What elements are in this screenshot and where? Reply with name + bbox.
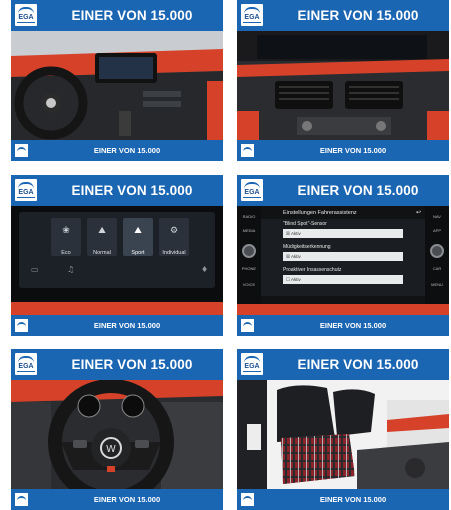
card-header: EGA EINER VON 15.000 <box>11 175 223 206</box>
phone-button[interactable]: PHONE <box>237 266 261 271</box>
option-fatigue-checkbox[interactable]: ☒ Aktiv <box>283 252 403 261</box>
card-title: EINER VON 15.000 <box>297 8 419 23</box>
radio-button[interactable]: RADIO <box>237 214 261 219</box>
left-button-column: RADIO MEDIA PHONE VOICE <box>237 206 261 315</box>
gallery-card-drive-modes[interactable]: EGA EINER VON 15.000 ❀ ⛰ ⛰ ⚙ ▭ ♫ ♦ Eco N… <box>11 175 223 336</box>
ega-logo: EGA <box>241 179 263 201</box>
drive-mode-normal[interactable]: Normal <box>87 250 117 256</box>
drive-mode-individual[interactable]: Individual <box>159 250 189 256</box>
card-title: EINER VON 15.000 <box>297 357 419 372</box>
card-title: EINER VON 15.000 <box>297 183 419 198</box>
media-button[interactable]: MEDIA <box>237 228 261 233</box>
right-button-column: NAV APP CAR MENU <box>425 206 449 315</box>
ega-logo: EGA <box>241 353 263 375</box>
ega-mini-logo <box>241 144 254 157</box>
volume-knob[interactable] <box>242 244 256 258</box>
back-icon[interactable]: ↩ <box>416 209 421 216</box>
drive-mode-eco[interactable]: Eco <box>51 250 81 256</box>
screen-title: Einstellungen Fahrerassistenz <box>283 210 357 216</box>
tune-knob[interactable] <box>430 244 444 258</box>
infotainment-screen: Einstellungen Fahrerassistenz ↩ "Blind S… <box>261 208 425 296</box>
svg-text:⚙: ⚙ <box>170 226 178 236</box>
option-state: Aktiv <box>291 231 301 236</box>
option-state: Aktiv <box>291 277 301 282</box>
card-header: EGA EINER VON 15.000 <box>237 349 449 380</box>
svg-text:♦: ♦ <box>201 265 208 274</box>
card-title: EINER VON 15.000 <box>71 183 193 198</box>
ega-logo: EGA <box>15 179 37 201</box>
ega-logo: EGA <box>15 353 37 375</box>
svg-text:W: W <box>106 444 116 455</box>
app-button[interactable]: APP <box>425 228 449 233</box>
ega-mini-logo <box>241 493 254 506</box>
card-footer-text: EINER VON 15.000 <box>319 321 387 330</box>
gallery-card-seats[interactable]: EGA EINER VON 15.000 EINER VON 15.000 <box>237 349 449 510</box>
card-footer-text: EINER VON 15.000 <box>319 495 387 504</box>
card-footer: EINER VON 15.000 <box>11 489 223 510</box>
gallery-card-dashboard[interactable]: EGA EINER VON 15.000 EINER VON 15.000 <box>11 0 223 161</box>
card-header: EGA EINER VON 15.000 <box>237 175 449 206</box>
gallery-card-steering-wheel[interactable]: EGA EINER VON 15.000 W EINER VON 15.000 <box>11 349 223 510</box>
svg-text:♫: ♫ <box>67 265 74 274</box>
option-blind-spot-checkbox[interactable]: ☒ Aktiv <box>283 229 403 238</box>
card-header: EGA EINER VON 15.000 <box>237 0 449 31</box>
card-footer: EINER VON 15.000 <box>237 315 449 336</box>
seats-photo[interactable] <box>237 380 449 489</box>
card-title: EINER VON 15.000 <box>71 357 193 372</box>
ega-mini-logo <box>15 493 28 506</box>
vents-photo[interactable] <box>237 31 449 140</box>
steering-wheel-photo[interactable]: W <box>11 380 223 489</box>
card-footer-text: EINER VON 15.000 <box>319 146 387 155</box>
card-footer: EINER VON 15.000 <box>237 489 449 510</box>
option-blind-spot-label: "Blind Spot"-Sensor <box>283 221 327 227</box>
card-footer-text: EINER VON 15.000 <box>93 495 161 504</box>
svg-text:⛰: ⛰ <box>134 226 142 236</box>
card-footer: EINER VON 15.000 <box>237 140 449 161</box>
menu-button[interactable]: MENU <box>425 282 449 287</box>
ega-mini-logo <box>241 319 254 332</box>
option-fatigue-label: Müdigkeitserkennung <box>283 244 331 250</box>
card-header: EGA EINER VON 15.000 <box>11 0 223 31</box>
card-footer: EINER VON 15.000 <box>11 315 223 336</box>
card-footer-text: EINER VON 15.000 <box>93 146 161 155</box>
dash-trim <box>237 304 449 315</box>
ega-mini-logo <box>15 144 28 157</box>
drive-mode-sport[interactable]: Sport <box>123 250 153 256</box>
nav-button[interactable]: NAV <box>425 214 449 219</box>
svg-text:❀: ❀ <box>62 226 70 236</box>
assist-settings-photo[interactable]: RADIO MEDIA PHONE VOICE NAV APP CAR MENU… <box>237 206 449 315</box>
dashboard-photo[interactable] <box>11 31 223 140</box>
gallery-card-assist-settings[interactable]: EGA EINER VON 15.000 RADIO MEDIA PHONE V… <box>237 175 449 336</box>
svg-text:▭: ▭ <box>31 265 39 274</box>
ega-logo: EGA <box>241 4 263 26</box>
option-occupant-label: Proaktiver Insassenschutz <box>283 267 342 273</box>
gallery-card-vents[interactable]: EGA EINER VON 15.000 EINER VON 15.000 <box>237 0 449 161</box>
ega-mini-logo <box>15 319 28 332</box>
card-footer-text: EINER VON 15.000 <box>93 321 161 330</box>
screen-header: Einstellungen Fahrerassistenz ↩ <box>261 208 425 219</box>
drive-mode-photo[interactable]: ❀ ⛰ ⛰ ⚙ ▭ ♫ ♦ Eco Normal Sport Individua… <box>11 206 223 315</box>
card-header: EGA EINER VON 15.000 <box>11 349 223 380</box>
card-title: EINER VON 15.000 <box>71 8 193 23</box>
option-occupant-checkbox[interactable]: ☐ Aktiv <box>283 275 403 284</box>
voice-button[interactable]: VOICE <box>237 282 261 287</box>
car-button[interactable]: CAR <box>425 266 449 271</box>
option-state: Aktiv <box>291 254 301 259</box>
ega-logo: EGA <box>15 4 37 26</box>
card-footer: EINER VON 15.000 <box>11 140 223 161</box>
svg-text:⛰: ⛰ <box>98 226 106 236</box>
